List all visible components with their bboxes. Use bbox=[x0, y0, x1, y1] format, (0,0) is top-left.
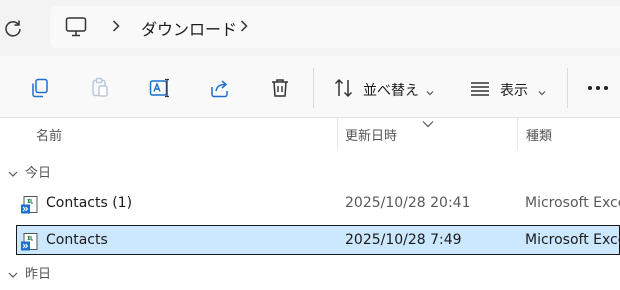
sort-button[interactable]: 並べ替え bbox=[363, 80, 419, 100]
sort-icon[interactable] bbox=[332, 76, 356, 100]
command-bar: 並べ替え 表示 bbox=[0, 56, 620, 118]
excel-file-icon bbox=[20, 232, 40, 252]
address-bar-area: ダウンロード bbox=[0, 0, 620, 56]
toolbar-divider bbox=[313, 68, 314, 108]
share-icon[interactable] bbox=[208, 76, 232, 100]
column-header-date[interactable]: 更新日時 bbox=[345, 125, 397, 144]
column-header-name[interactable]: 名前 bbox=[36, 125, 62, 144]
chevron-down-icon[interactable] bbox=[7, 266, 19, 278]
copy-icon[interactable] bbox=[28, 76, 52, 100]
excel-file-icon bbox=[20, 195, 40, 215]
sort-chevron-down-icon[interactable] bbox=[425, 83, 435, 96]
column-header-row: 名前 更新日時 種類 bbox=[0, 118, 620, 150]
group-header-yesterday[interactable]: 昨日 bbox=[0, 260, 620, 284]
sort-descending-icon bbox=[421, 114, 435, 128]
view-list-icon[interactable] bbox=[468, 76, 492, 100]
view-button[interactable]: 表示 bbox=[500, 80, 528, 100]
paste-icon[interactable] bbox=[88, 76, 112, 100]
file-type: Microsoft Excel bbox=[525, 195, 620, 211]
breadcrumb-separator-icon[interactable] bbox=[110, 16, 122, 36]
file-date: 2025/10/28 7:49 bbox=[345, 232, 462, 248]
chevron-down-icon[interactable] bbox=[7, 165, 19, 177]
file-name: Contacts bbox=[46, 232, 108, 248]
file-row[interactable]: Contacts (1) 2025/10/28 20:41 Microsoft … bbox=[0, 189, 620, 219]
file-type: Microsoft Excel bbox=[525, 232, 620, 248]
group-header-today[interactable]: 今日 bbox=[0, 159, 620, 183]
refresh-icon[interactable] bbox=[2, 17, 24, 39]
group-label: 昨日 bbox=[25, 267, 52, 282]
view-chevron-down-icon[interactable] bbox=[537, 83, 547, 96]
column-divider[interactable] bbox=[337, 118, 338, 150]
this-pc-icon[interactable] bbox=[64, 16, 88, 38]
file-row-selected[interactable]: Contacts 2025/10/28 7:49 Microsoft Excel bbox=[16, 225, 620, 255]
address-box[interactable] bbox=[50, 6, 620, 48]
file-name: Contacts (1) bbox=[46, 195, 133, 211]
rename-icon[interactable] bbox=[148, 76, 172, 100]
column-header-type[interactable]: 種類 bbox=[526, 125, 552, 144]
delete-icon[interactable] bbox=[268, 76, 292, 100]
group-label: 今日 bbox=[25, 166, 52, 181]
file-date: 2025/10/28 20:41 bbox=[345, 195, 471, 211]
breadcrumb-separator-icon[interactable] bbox=[238, 16, 250, 36]
breadcrumb-item-downloads[interactable]: ダウンロード bbox=[141, 16, 237, 40]
toolbar-divider bbox=[567, 68, 568, 108]
column-divider[interactable] bbox=[517, 118, 518, 150]
more-icon[interactable] bbox=[586, 76, 610, 100]
